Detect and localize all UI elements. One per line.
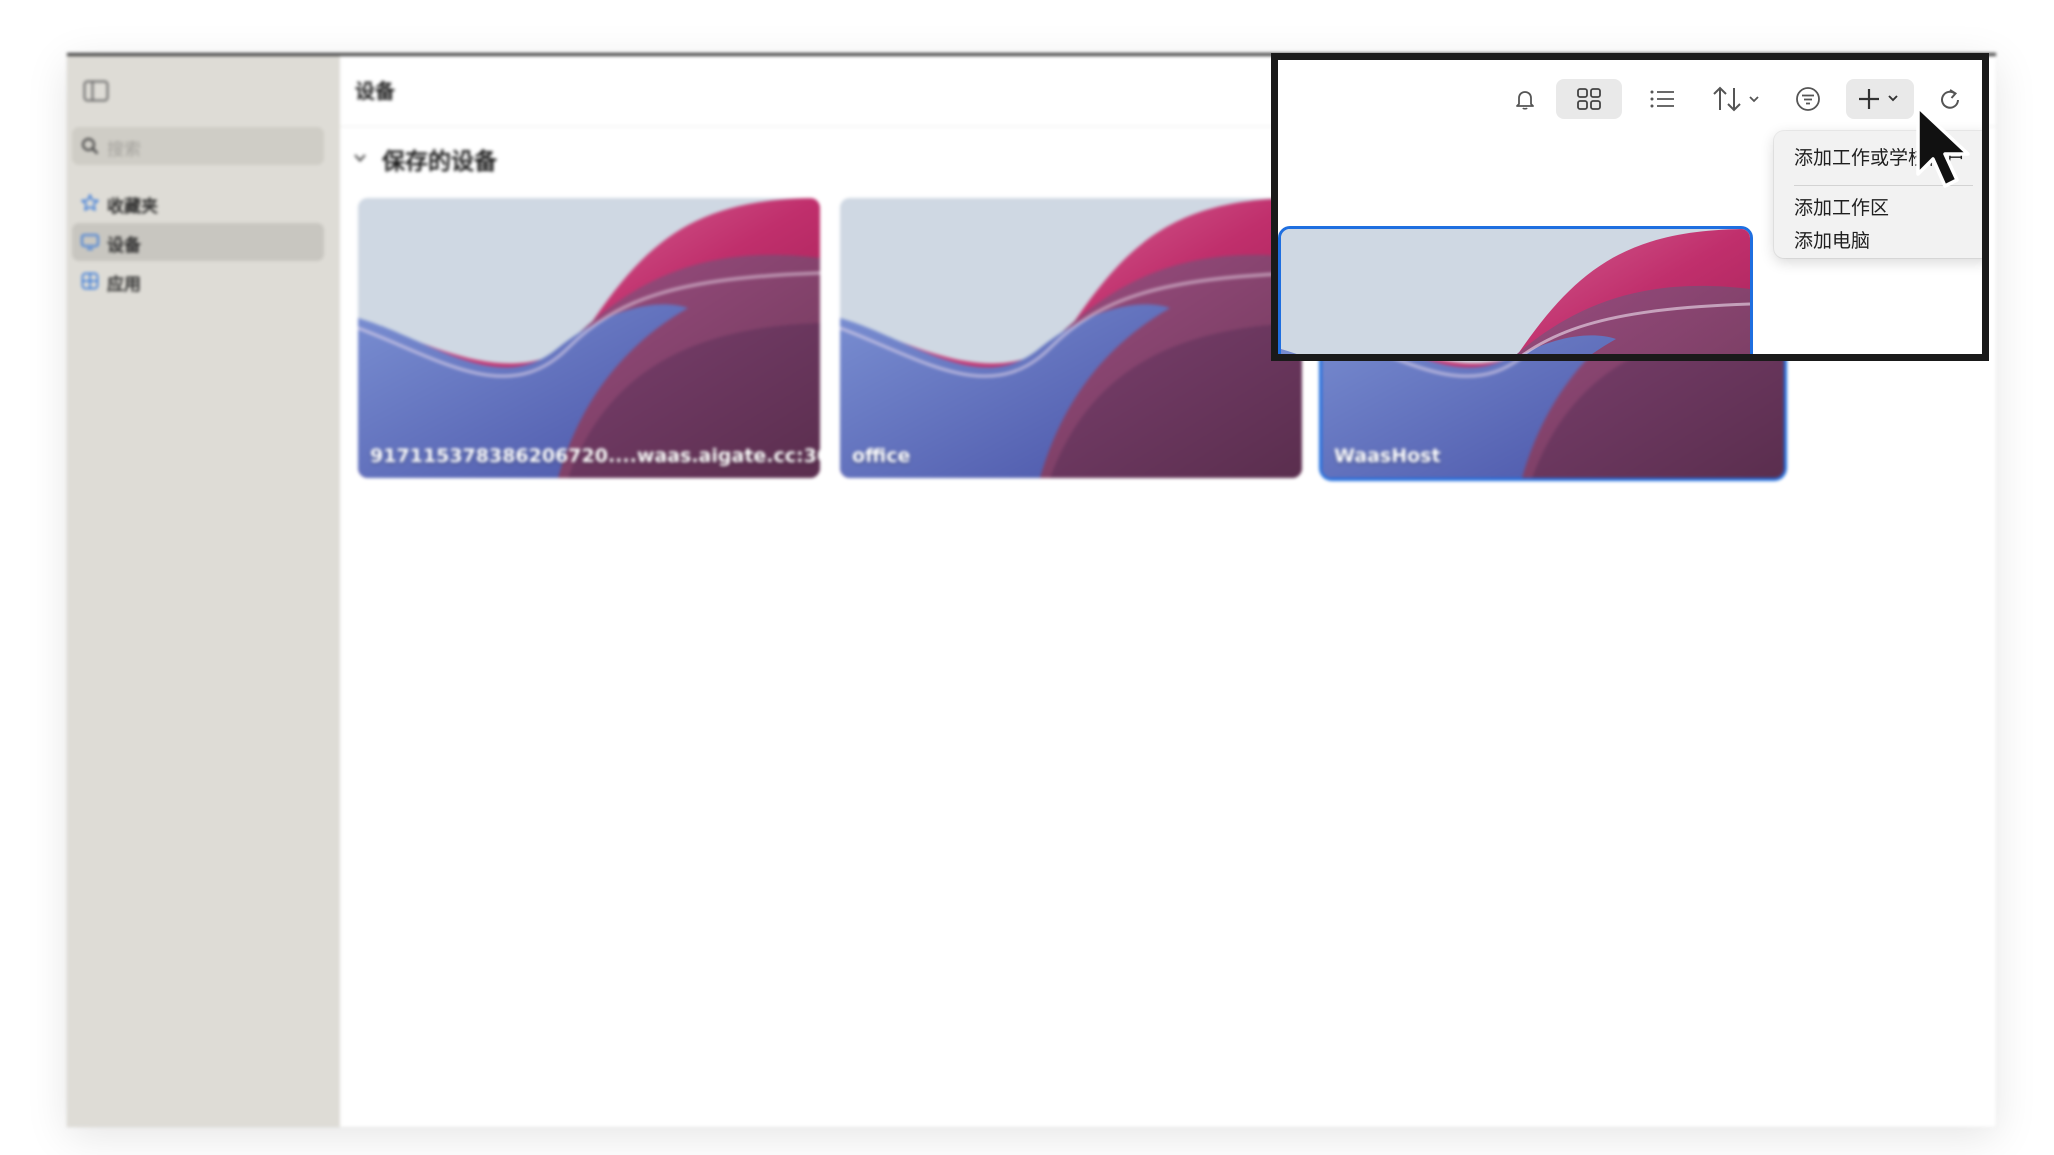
device-name: WaasHost [1334,445,1441,467]
sidebar-item-label: 设备 [107,236,141,256]
add-button[interactable] [1846,79,1914,119]
sort-button[interactable] [1704,79,1770,119]
monitor-icon [81,234,99,250]
search-placeholder: 搜索 [107,140,141,160]
list-view-button[interactable] [1636,79,1686,119]
menu-item-add-pc[interactable]: 添加电脑 [1794,226,1870,253]
device-name: office [852,445,911,467]
device-wallpaper [840,198,1302,478]
device-card-zoomed[interactable] [1278,226,1753,354]
notifications-button[interactable] [1505,79,1545,119]
filter-button[interactable] [1788,79,1828,119]
add-icon [1859,89,1898,109]
zoom-callout: 添加工作或学校帐户 添加工作区 添加电脑 [1271,53,1989,361]
device-name: 917115378386206720....waas.aigate.cc:306… [370,445,820,467]
filter-icon [1796,87,1820,111]
search-input[interactable]: 搜索 [72,127,324,165]
section-title: 保存的设备 [382,149,497,175]
sidebar-toggle-icon[interactable] [83,80,109,102]
sidebar: 搜索 收藏夹 设备 应用 [67,56,340,1127]
sidebar-item-label: 收藏夹 [107,197,158,217]
apps-grid-icon [81,272,99,290]
sidebar-item-favorites[interactable]: 收藏夹 [72,184,324,222]
chevron-down-icon [354,154,366,162]
device-card[interactable]: office [840,198,1302,478]
device-wallpaper [358,198,820,478]
list-view-icon [1650,90,1674,108]
sort-icon [1713,86,1759,112]
bell-icon [1516,91,1534,110]
sidebar-item-label: 应用 [107,275,141,295]
sidebar-item-devices[interactable]: 设备 [72,223,324,261]
device-card[interactable]: 917115378386206720....waas.aigate.cc:306… [358,198,820,478]
mouse-pointer-icon [1916,105,1970,188]
page-title: 设备 [355,79,395,103]
sidebar-item-apps[interactable]: 应用 [72,262,324,300]
grid-view-icon [1577,88,1601,110]
device-wallpaper [1281,229,1750,354]
search-icon [81,137,99,155]
menu-item-add-workspace[interactable]: 添加工作区 [1794,193,1889,220]
grid-view-button[interactable] [1556,79,1622,119]
star-icon [81,194,99,211]
